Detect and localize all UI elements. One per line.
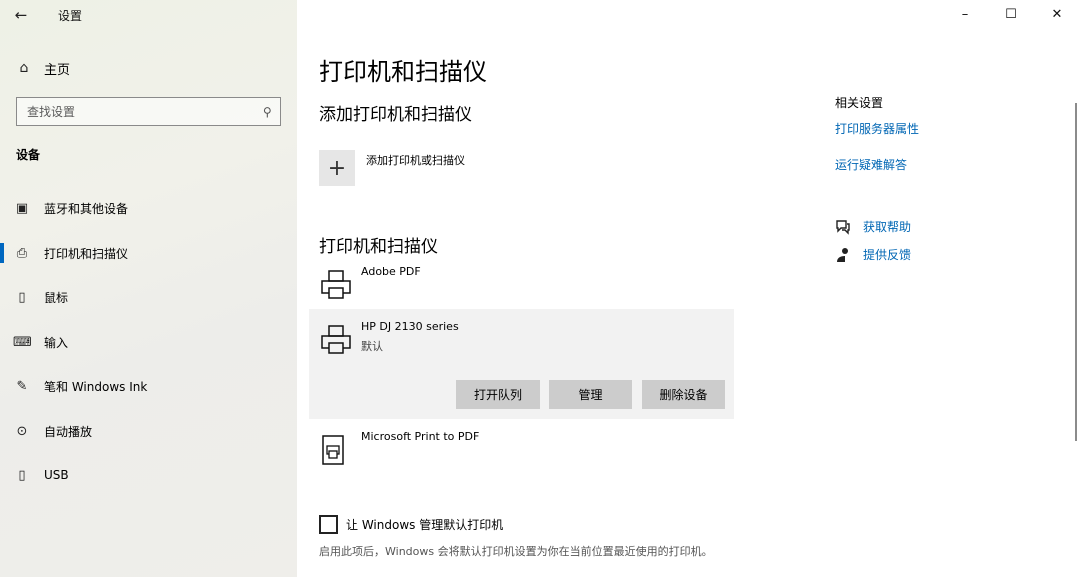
sidebar-item-usb[interactable]: ▯ USB	[0, 457, 297, 493]
back-arrow-icon[interactable]: ←	[10, 4, 32, 26]
mouse-icon: ▯	[18, 289, 26, 305]
printer-item-hp-dj[interactable]: HP DJ 2130 series 默认 打开队列 管理 删除设备	[309, 309, 734, 419]
window-controls: – ☐ ✕	[942, 0, 1080, 30]
manage-default-printer-checkbox[interactable]	[319, 515, 338, 534]
add-section-title: 添加打印机和扫描仪	[319, 105, 472, 125]
title-bar: ← 设置	[0, 0, 297, 30]
search-box[interactable]: ⚲	[16, 97, 281, 126]
printer-icon	[321, 270, 351, 299]
give-feedback-label: 提供反馈	[863, 248, 912, 262]
minimize-icon[interactable]: –	[942, 0, 988, 30]
maximize-icon[interactable]: ☐	[988, 0, 1034, 30]
home-icon: ⌂	[19, 60, 29, 76]
page-title: 打印机和扫描仪	[319, 58, 487, 86]
sidebar-item-home[interactable]: ⌂ 主页	[0, 52, 297, 84]
sidebar-item-label: USB	[44, 468, 69, 482]
scrollbar[interactable]	[1075, 103, 1077, 441]
remove-device-button[interactable]: 删除设备	[642, 380, 725, 409]
sidebar-item-label: 蓝牙和其他设备	[44, 201, 129, 216]
printers-section-title: 打印机和扫描仪	[319, 237, 438, 257]
printer-item-microsoft-print-to-pdf[interactable]: Microsoft Print to PDF	[309, 430, 734, 470]
sidebar-item-typing[interactable]: ⌨ 输入	[0, 324, 297, 360]
add-printer-label[interactable]: 添加打印机或扫描仪	[366, 152, 465, 168]
sidebar-section-title: 设备	[16, 148, 41, 162]
search-input[interactable]	[27, 104, 247, 119]
pdf-printer-icon	[322, 435, 344, 465]
sidebar-item-autoplay[interactable]: ⊙ 自动播放	[0, 413, 297, 449]
search-icon[interactable]: ⚲	[263, 105, 272, 119]
print-server-properties-link[interactable]: 打印服务器属性	[835, 120, 919, 137]
add-printer-button[interactable]: +	[319, 150, 355, 186]
run-troubleshooter-link[interactable]: 运行疑难解答	[835, 156, 907, 173]
help-chat-icon	[836, 219, 850, 235]
manage-default-printer-option[interactable]: 让 Windows 管理默认打印机	[319, 515, 503, 534]
autoplay-icon: ⊙	[16, 423, 28, 439]
sidebar-item-label: 主页	[44, 62, 71, 78]
give-feedback-link[interactable]: 提供反馈	[835, 246, 911, 263]
plus-icon: +	[327, 155, 347, 181]
printer-name: HP DJ 2130 series	[361, 320, 459, 333]
sidebar-item-pen[interactable]: ✎ 笔和 Windows Ink	[0, 368, 297, 404]
printer-icon: ⎙	[16, 245, 28, 261]
open-queue-button[interactable]: 打开队列	[456, 380, 540, 409]
printer-icon	[321, 325, 351, 354]
printer-name: Adobe PDF	[361, 265, 421, 278]
sidebar: ← 设置 ⌂ 主页 ⚲ 设备 ▣ 蓝牙和其他设备 ⎙ 打印机和扫描仪 ▯ 鼠标 …	[0, 0, 297, 577]
sidebar-item-bluetooth[interactable]: ▣ 蓝牙和其他设备	[0, 190, 297, 226]
sidebar-item-label: 输入	[44, 335, 69, 350]
usb-icon: ▯	[18, 467, 26, 483]
get-help-link[interactable]: 获取帮助	[835, 218, 911, 235]
printer-name: Microsoft Print to PDF	[361, 430, 480, 443]
feedback-icon	[837, 247, 848, 262]
sidebar-item-mouse[interactable]: ▯ 鼠标	[0, 279, 297, 315]
sidebar-item-label: 自动播放	[44, 424, 93, 439]
keyboard-icon: ⌨	[13, 334, 32, 350]
printer-item-adobe-pdf[interactable]: Adobe PDF	[309, 265, 734, 305]
sidebar-item-printers[interactable]: ⎙ 打印机和扫描仪	[0, 235, 297, 271]
bluetooth-devices-icon: ▣	[15, 200, 29, 216]
checkbox-label: 让 Windows 管理默认打印机	[346, 518, 504, 532]
sidebar-item-label: 打印机和扫描仪	[44, 246, 129, 261]
sidebar-item-label: 笔和 Windows Ink	[44, 379, 148, 394]
pen-icon: ✎	[16, 378, 28, 394]
app-title: 设置	[58, 9, 83, 23]
printer-default-status: 默认	[361, 340, 383, 353]
checkbox-description: 启用此项后，Windows 会将默认打印机设置为你在当前位置最近使用的打印机。	[319, 545, 713, 558]
close-icon[interactable]: ✕	[1034, 0, 1080, 30]
manage-button[interactable]: 管理	[549, 380, 632, 409]
sidebar-item-label: 鼠标	[44, 290, 69, 305]
get-help-label: 获取帮助	[863, 220, 912, 234]
related-settings-title: 相关设置	[835, 96, 884, 110]
